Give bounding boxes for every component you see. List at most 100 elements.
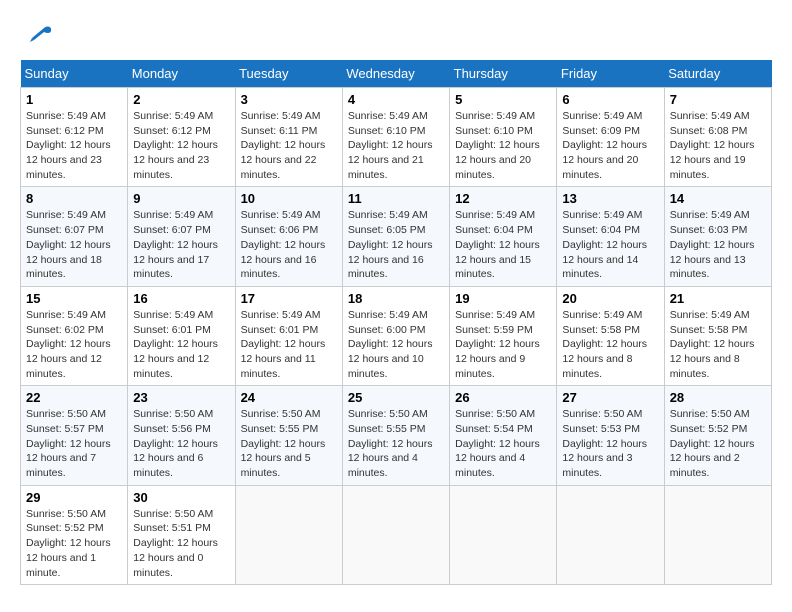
day-number: 15 (26, 291, 122, 306)
bird-icon (24, 20, 54, 50)
empty-cell (450, 485, 557, 584)
weekday-header-sunday: Sunday (21, 60, 128, 88)
day-info: Sunrise: 5:49 AMSunset: 6:10 PMDaylight:… (348, 110, 433, 181)
day-number: 5 (455, 92, 551, 107)
empty-cell (664, 485, 771, 584)
weekday-header-thursday: Thursday (450, 60, 557, 88)
day-info: Sunrise: 5:50 AMSunset: 5:52 PMDaylight:… (670, 408, 755, 479)
weekday-header-monday: Monday (128, 60, 235, 88)
weekday-header-row: SundayMondayTuesdayWednesdayThursdayFrid… (21, 60, 772, 88)
day-info: Sunrise: 5:49 AMSunset: 6:12 PMDaylight:… (26, 110, 111, 181)
day-number: 6 (562, 92, 658, 107)
day-number: 20 (562, 291, 658, 306)
day-number: 19 (455, 291, 551, 306)
day-number: 24 (241, 390, 337, 405)
day-cell-21: 21 Sunrise: 5:49 AMSunset: 5:58 PMDaylig… (664, 286, 771, 385)
day-number: 10 (241, 191, 337, 206)
day-cell-14: 14 Sunrise: 5:49 AMSunset: 6:03 PMDaylig… (664, 187, 771, 286)
day-info: Sunrise: 5:50 AMSunset: 5:55 PMDaylight:… (241, 408, 326, 479)
day-number: 9 (133, 191, 229, 206)
day-cell-9: 9 Sunrise: 5:49 AMSunset: 6:07 PMDayligh… (128, 187, 235, 286)
day-number: 2 (133, 92, 229, 107)
day-number: 27 (562, 390, 658, 405)
day-cell-15: 15 Sunrise: 5:49 AMSunset: 6:02 PMDaylig… (21, 286, 128, 385)
day-number: 17 (241, 291, 337, 306)
day-info: Sunrise: 5:49 AMSunset: 5:58 PMDaylight:… (562, 309, 647, 380)
week-row-5: 29 Sunrise: 5:50 AMSunset: 5:52 PMDaylig… (21, 485, 772, 584)
week-row-1: 1 Sunrise: 5:49 AMSunset: 6:12 PMDayligh… (21, 88, 772, 187)
day-cell-13: 13 Sunrise: 5:49 AMSunset: 6:04 PMDaylig… (557, 187, 664, 286)
logo (20, 20, 54, 50)
day-cell-10: 10 Sunrise: 5:49 AMSunset: 6:06 PMDaylig… (235, 187, 342, 286)
day-info: Sunrise: 5:49 AMSunset: 6:04 PMDaylight:… (455, 209, 540, 280)
day-cell-17: 17 Sunrise: 5:49 AMSunset: 6:01 PMDaylig… (235, 286, 342, 385)
day-cell-3: 3 Sunrise: 5:49 AMSunset: 6:11 PMDayligh… (235, 88, 342, 187)
day-cell-4: 4 Sunrise: 5:49 AMSunset: 6:10 PMDayligh… (342, 88, 449, 187)
day-info: Sunrise: 5:50 AMSunset: 5:53 PMDaylight:… (562, 408, 647, 479)
day-info: Sunrise: 5:50 AMSunset: 5:52 PMDaylight:… (26, 508, 111, 579)
day-cell-11: 11 Sunrise: 5:49 AMSunset: 6:05 PMDaylig… (342, 187, 449, 286)
day-number: 16 (133, 291, 229, 306)
day-info: Sunrise: 5:49 AMSunset: 6:02 PMDaylight:… (26, 309, 111, 380)
empty-cell (342, 485, 449, 584)
day-info: Sunrise: 5:50 AMSunset: 5:54 PMDaylight:… (455, 408, 540, 479)
day-cell-24: 24 Sunrise: 5:50 AMSunset: 5:55 PMDaylig… (235, 386, 342, 485)
day-info: Sunrise: 5:49 AMSunset: 6:07 PMDaylight:… (26, 209, 111, 280)
day-info: Sunrise: 5:49 AMSunset: 6:06 PMDaylight:… (241, 209, 326, 280)
day-info: Sunrise: 5:49 AMSunset: 6:04 PMDaylight:… (562, 209, 647, 280)
day-cell-19: 19 Sunrise: 5:49 AMSunset: 5:59 PMDaylig… (450, 286, 557, 385)
day-cell-12: 12 Sunrise: 5:49 AMSunset: 6:04 PMDaylig… (450, 187, 557, 286)
day-cell-5: 5 Sunrise: 5:49 AMSunset: 6:10 PMDayligh… (450, 88, 557, 187)
weekday-header-tuesday: Tuesday (235, 60, 342, 88)
day-cell-7: 7 Sunrise: 5:49 AMSunset: 6:08 PMDayligh… (664, 88, 771, 187)
empty-cell (557, 485, 664, 584)
header (20, 20, 772, 50)
day-number: 4 (348, 92, 444, 107)
day-info: Sunrise: 5:49 AMSunset: 6:09 PMDaylight:… (562, 110, 647, 181)
day-info: Sunrise: 5:49 AMSunset: 6:01 PMDaylight:… (133, 309, 218, 380)
day-number: 22 (26, 390, 122, 405)
day-number: 18 (348, 291, 444, 306)
day-number: 28 (670, 390, 766, 405)
day-number: 7 (670, 92, 766, 107)
day-cell-27: 27 Sunrise: 5:50 AMSunset: 5:53 PMDaylig… (557, 386, 664, 485)
weekday-header-friday: Friday (557, 60, 664, 88)
day-info: Sunrise: 5:50 AMSunset: 5:56 PMDaylight:… (133, 408, 218, 479)
day-info: Sunrise: 5:49 AMSunset: 6:08 PMDaylight:… (670, 110, 755, 181)
day-cell-29: 29 Sunrise: 5:50 AMSunset: 5:52 PMDaylig… (21, 485, 128, 584)
day-info: Sunrise: 5:50 AMSunset: 5:55 PMDaylight:… (348, 408, 433, 479)
day-number: 30 (133, 490, 229, 505)
day-number: 29 (26, 490, 122, 505)
day-info: Sunrise: 5:49 AMSunset: 6:01 PMDaylight:… (241, 309, 326, 380)
day-cell-22: 22 Sunrise: 5:50 AMSunset: 5:57 PMDaylig… (21, 386, 128, 485)
day-info: Sunrise: 5:49 AMSunset: 5:58 PMDaylight:… (670, 309, 755, 380)
weekday-header-saturday: Saturday (664, 60, 771, 88)
day-number: 8 (26, 191, 122, 206)
day-info: Sunrise: 5:49 AMSunset: 6:05 PMDaylight:… (348, 209, 433, 280)
day-cell-18: 18 Sunrise: 5:49 AMSunset: 6:00 PMDaylig… (342, 286, 449, 385)
day-number: 3 (241, 92, 337, 107)
day-info: Sunrise: 5:50 AMSunset: 5:57 PMDaylight:… (26, 408, 111, 479)
day-cell-2: 2 Sunrise: 5:49 AMSunset: 6:12 PMDayligh… (128, 88, 235, 187)
day-number: 25 (348, 390, 444, 405)
day-number: 23 (133, 390, 229, 405)
day-number: 12 (455, 191, 551, 206)
day-info: Sunrise: 5:49 AMSunset: 5:59 PMDaylight:… (455, 309, 540, 380)
day-cell-25: 25 Sunrise: 5:50 AMSunset: 5:55 PMDaylig… (342, 386, 449, 485)
day-info: Sunrise: 5:49 AMSunset: 6:00 PMDaylight:… (348, 309, 433, 380)
day-cell-16: 16 Sunrise: 5:49 AMSunset: 6:01 PMDaylig… (128, 286, 235, 385)
day-number: 21 (670, 291, 766, 306)
weekday-header-wednesday: Wednesday (342, 60, 449, 88)
day-info: Sunrise: 5:49 AMSunset: 6:10 PMDaylight:… (455, 110, 540, 181)
day-cell-1: 1 Sunrise: 5:49 AMSunset: 6:12 PMDayligh… (21, 88, 128, 187)
day-info: Sunrise: 5:50 AMSunset: 5:51 PMDaylight:… (133, 508, 218, 579)
day-number: 13 (562, 191, 658, 206)
day-number: 14 (670, 191, 766, 206)
day-cell-28: 28 Sunrise: 5:50 AMSunset: 5:52 PMDaylig… (664, 386, 771, 485)
day-cell-26: 26 Sunrise: 5:50 AMSunset: 5:54 PMDaylig… (450, 386, 557, 485)
day-cell-23: 23 Sunrise: 5:50 AMSunset: 5:56 PMDaylig… (128, 386, 235, 485)
day-info: Sunrise: 5:49 AMSunset: 6:11 PMDaylight:… (241, 110, 326, 181)
week-row-3: 15 Sunrise: 5:49 AMSunset: 6:02 PMDaylig… (21, 286, 772, 385)
day-info: Sunrise: 5:49 AMSunset: 6:03 PMDaylight:… (670, 209, 755, 280)
empty-cell (235, 485, 342, 584)
